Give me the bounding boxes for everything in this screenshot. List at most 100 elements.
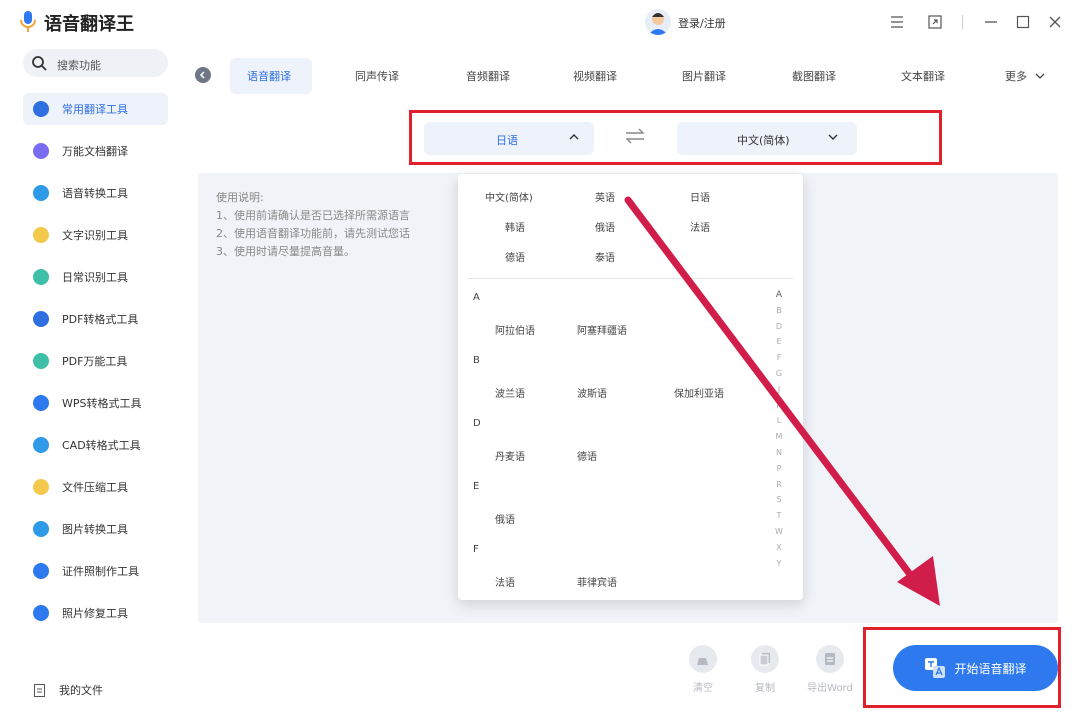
alphabet-index[interactable]: G bbox=[774, 369, 784, 378]
alphabet-index[interactable]: W bbox=[774, 527, 784, 536]
language-option[interactable]: 丹麦语 bbox=[495, 448, 525, 463]
search-input[interactable]: 搜索功能 bbox=[23, 49, 168, 77]
language-option[interactable]: 中文(简体) bbox=[485, 189, 533, 204]
sidebar-item[interactable]: 常用翻译工具 bbox=[23, 93, 168, 125]
tab[interactable]: 图片翻译 bbox=[682, 68, 726, 84]
tab[interactable]: 同声传译 bbox=[355, 68, 399, 84]
close-icon[interactable] bbox=[1044, 11, 1066, 33]
start-voice-translation-button[interactable]: 开始语音翻译 bbox=[893, 645, 1058, 691]
sidebar-item[interactable]: CAD转格式工具 bbox=[23, 429, 168, 461]
sidebar-item[interactable]: 文件压缩工具 bbox=[23, 471, 168, 503]
tab[interactable]: 文本翻译 bbox=[901, 68, 945, 84]
sidebar-item[interactable]: 日常识别工具 bbox=[23, 261, 168, 293]
alphabet-index[interactable]: Y bbox=[774, 559, 784, 568]
id-photo-icon bbox=[33, 563, 49, 579]
copy-button[interactable]: 复制 bbox=[735, 645, 795, 694]
tab[interactable]: 视频翻译 bbox=[573, 68, 617, 84]
alphabet-index[interactable]: N bbox=[774, 448, 784, 457]
instruction-line: 1、使用前请确认是否已选择所需源语言 bbox=[216, 209, 410, 222]
language-option[interactable]: 泰语 bbox=[595, 249, 615, 264]
title-bar: 语音翻译王 登录/注册 bbox=[0, 0, 1077, 46]
alphabet-index[interactable]: X bbox=[774, 543, 784, 552]
login-link[interactable]: 登录/注册 bbox=[678, 15, 726, 31]
language-option[interactable]: 英语 bbox=[595, 189, 615, 204]
tab-label: 文本翻译 bbox=[901, 70, 945, 83]
alphabet-index[interactable]: T bbox=[774, 511, 784, 520]
expand-icon[interactable] bbox=[924, 11, 946, 33]
target-language-select[interactable]: 中文(简体) bbox=[677, 122, 857, 155]
maximize-icon[interactable] bbox=[1012, 11, 1034, 33]
language-option[interactable]: 菲律宾语 bbox=[577, 574, 617, 589]
alphabet-index[interactable]: K bbox=[774, 401, 784, 410]
alphabet-index[interactable]: E bbox=[774, 337, 784, 346]
letter-heading: D bbox=[473, 418, 481, 429]
sidebar-item[interactable]: 语音转换工具 bbox=[23, 177, 168, 209]
my-files-button[interactable]: 我的文件 bbox=[34, 682, 103, 698]
copy-icon bbox=[759, 653, 770, 666]
export-word-button[interactable]: 导出Word bbox=[800, 645, 860, 694]
dropdown-separator bbox=[468, 278, 793, 279]
letter-heading: F bbox=[473, 544, 479, 555]
language-option[interactable]: 韩语 bbox=[505, 219, 525, 234]
source-language-select[interactable]: 日语 bbox=[424, 122, 594, 155]
tab-more[interactable]: 更多 bbox=[1005, 68, 1045, 84]
alphabet-index[interactable]: L bbox=[774, 416, 784, 425]
language-option[interactable]: 保加利亚语 bbox=[674, 385, 724, 400]
sidebar-item[interactable]: PDF转格式工具 bbox=[23, 303, 168, 335]
alphabet-index[interactable]: M bbox=[774, 432, 784, 441]
start-button-label: 开始语音翻译 bbox=[954, 661, 1027, 676]
alphabet-index[interactable]: D bbox=[774, 322, 784, 331]
sidebar-item-label: PDF转格式工具 bbox=[62, 313, 139, 326]
alphabet-index[interactable]: B bbox=[774, 306, 784, 315]
language-option[interactable]: 波兰语 bbox=[495, 385, 525, 400]
alphabet-index[interactable]: F bbox=[774, 353, 784, 362]
tab[interactable]: 截图翻译 bbox=[792, 68, 836, 84]
language-option[interactable]: 阿拉伯语 bbox=[495, 322, 535, 337]
minimize-icon[interactable] bbox=[980, 11, 1002, 33]
file-icon bbox=[34, 683, 45, 697]
swap-languages-icon[interactable] bbox=[624, 128, 646, 149]
language-option[interactable]: 阿塞拜疆语 bbox=[577, 322, 627, 337]
language-option[interactable]: 法语 bbox=[495, 574, 515, 589]
tabs-back-icon[interactable] bbox=[195, 67, 211, 83]
sidebar-item[interactable]: 照片修复工具 bbox=[23, 597, 168, 629]
photo-repair-icon bbox=[33, 605, 49, 621]
instructions-title: 使用说明: bbox=[216, 191, 264, 204]
image-icon bbox=[33, 521, 49, 537]
sidebar-item[interactable]: WPS转格式工具 bbox=[23, 387, 168, 419]
search-icon bbox=[32, 56, 47, 71]
language-option[interactable]: 俄语 bbox=[595, 219, 615, 234]
alphabet-index[interactable]: P bbox=[774, 464, 784, 473]
sidebar-item[interactable]: 图片转换工具 bbox=[23, 513, 168, 545]
language-option[interactable]: 波斯语 bbox=[577, 385, 607, 400]
sidebar-item[interactable]: 万能文档翻译 bbox=[23, 135, 168, 167]
chevron-down-icon bbox=[828, 134, 838, 140]
alphabet-index[interactable]: S bbox=[774, 495, 784, 504]
sidebar-item[interactable]: PDF万能工具 bbox=[23, 345, 168, 377]
wps-icon bbox=[33, 395, 49, 411]
tab-label: 语音翻译 bbox=[247, 70, 291, 83]
language-option[interactable]: 法语 bbox=[690, 219, 710, 234]
tab[interactable]: 音频翻译 bbox=[466, 68, 510, 84]
clear-button[interactable]: 清空 bbox=[673, 645, 733, 694]
avatar[interactable] bbox=[645, 9, 671, 35]
language-option[interactable]: 德语 bbox=[505, 249, 525, 264]
sidebar-item[interactable]: 证件照制作工具 bbox=[23, 555, 168, 587]
letter-heading: A bbox=[473, 292, 480, 303]
language-dropdown[interactable]: 中文(简体) 英语 日语 韩语 俄语 法语 德语 泰语 A 阿拉伯语 阿塞拜疆语 B 波兰语 波斯语 保加利… bbox=[458, 174, 803, 600]
alphabet-index[interactable]: R bbox=[774, 480, 784, 489]
scan-icon bbox=[33, 269, 49, 285]
tab-label: 同声传译 bbox=[355, 70, 399, 83]
tab[interactable]: 语音翻译 bbox=[247, 68, 291, 84]
language-option[interactable]: 日语 bbox=[690, 189, 710, 204]
translate-icon bbox=[925, 658, 946, 678]
alphabet-index[interactable]: J bbox=[774, 385, 784, 394]
tab-label: 截图翻译 bbox=[792, 70, 836, 83]
sidebar-item-label: 图片转换工具 bbox=[62, 523, 128, 536]
sidebar-item-label: WPS转格式工具 bbox=[62, 397, 142, 410]
language-option[interactable]: 德语 bbox=[577, 448, 597, 463]
menu-icon[interactable] bbox=[886, 11, 908, 33]
language-option[interactable]: 俄语 bbox=[495, 511, 515, 526]
sidebar-item[interactable]: 文字识别工具 bbox=[23, 219, 168, 251]
alphabet-index[interactable]: A bbox=[774, 290, 784, 300]
